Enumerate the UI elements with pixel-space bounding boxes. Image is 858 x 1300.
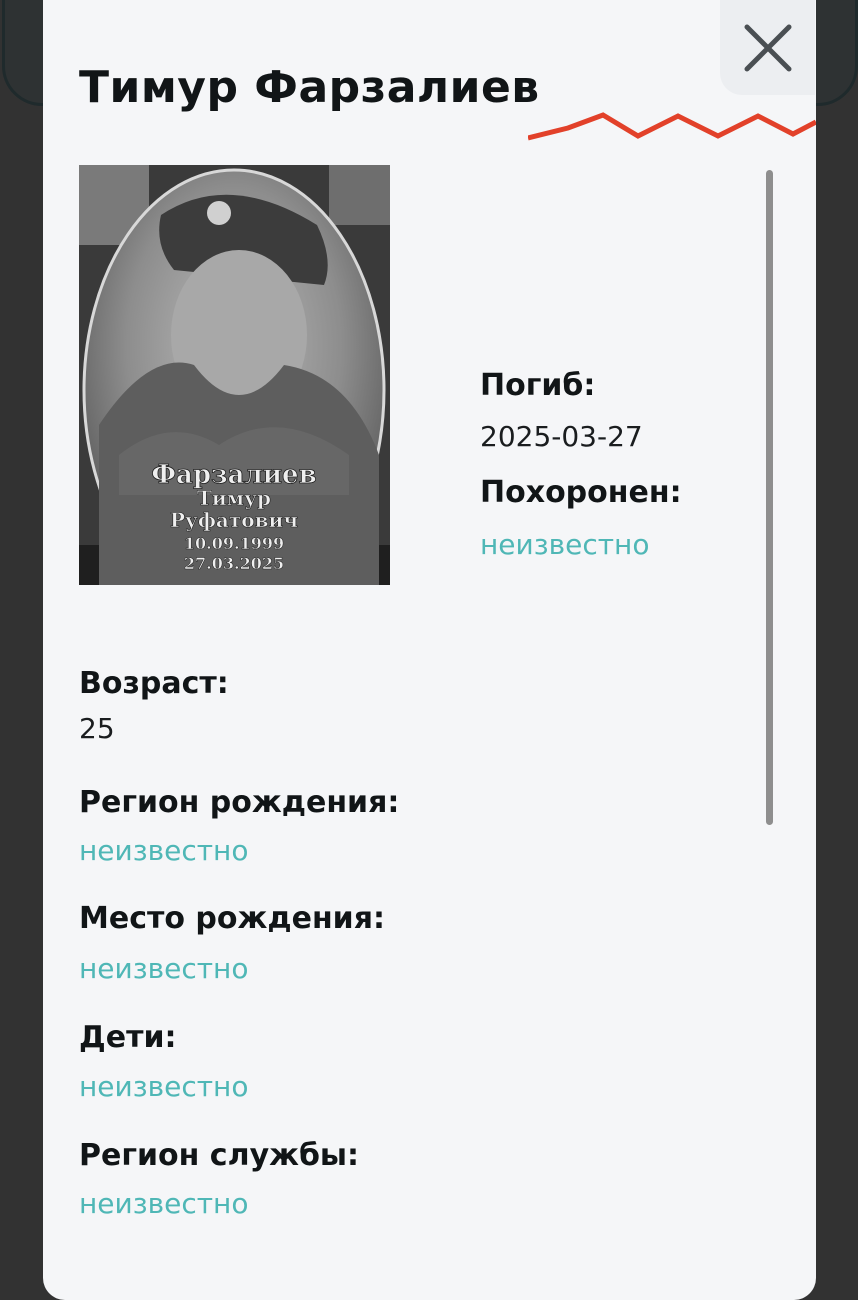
- scrollbar[interactable]: [766, 170, 773, 825]
- close-icon: [744, 24, 791, 71]
- died-value: 2025-03-27: [480, 420, 643, 453]
- age-label: Возраст:: [79, 666, 229, 701]
- birth-place-value: неизвестно: [79, 952, 249, 985]
- profile-modal: Тимур Фарзалиев Фарзалиев Тимур Руфатови…: [43, 0, 816, 1300]
- died-label: Погиб:: [480, 368, 596, 403]
- service-region-value: неизвестно: [79, 1187, 249, 1220]
- photo-caption-patronymic: Руфатович: [170, 508, 298, 532]
- photo-caption-death: 27.03.2025: [184, 554, 284, 573]
- close-button[interactable]: [720, 0, 815, 95]
- birth-place-label: Место рождения:: [79, 901, 385, 936]
- children-label: Дети:: [79, 1020, 177, 1055]
- zigzag-icon: [528, 112, 816, 141]
- buried-value: неизвестно: [480, 528, 650, 561]
- birth-region-value: неизвестно: [79, 834, 249, 867]
- birth-region-label: Регион рождения:: [79, 785, 400, 820]
- memorial-photo: Фарзалиев Тимур Руфатович 10.09.1999 27.…: [79, 165, 390, 585]
- service-region-label: Регион службы:: [79, 1138, 360, 1173]
- photo-caption-name: Тимур: [197, 486, 271, 510]
- age-value: 25: [79, 712, 115, 745]
- page-title: Тимур Фарзалиев: [79, 62, 540, 113]
- photo-caption-birth: 10.09.1999: [184, 534, 284, 553]
- buried-label: Похоронен:: [480, 475, 682, 510]
- children-value: неизвестно: [79, 1070, 249, 1103]
